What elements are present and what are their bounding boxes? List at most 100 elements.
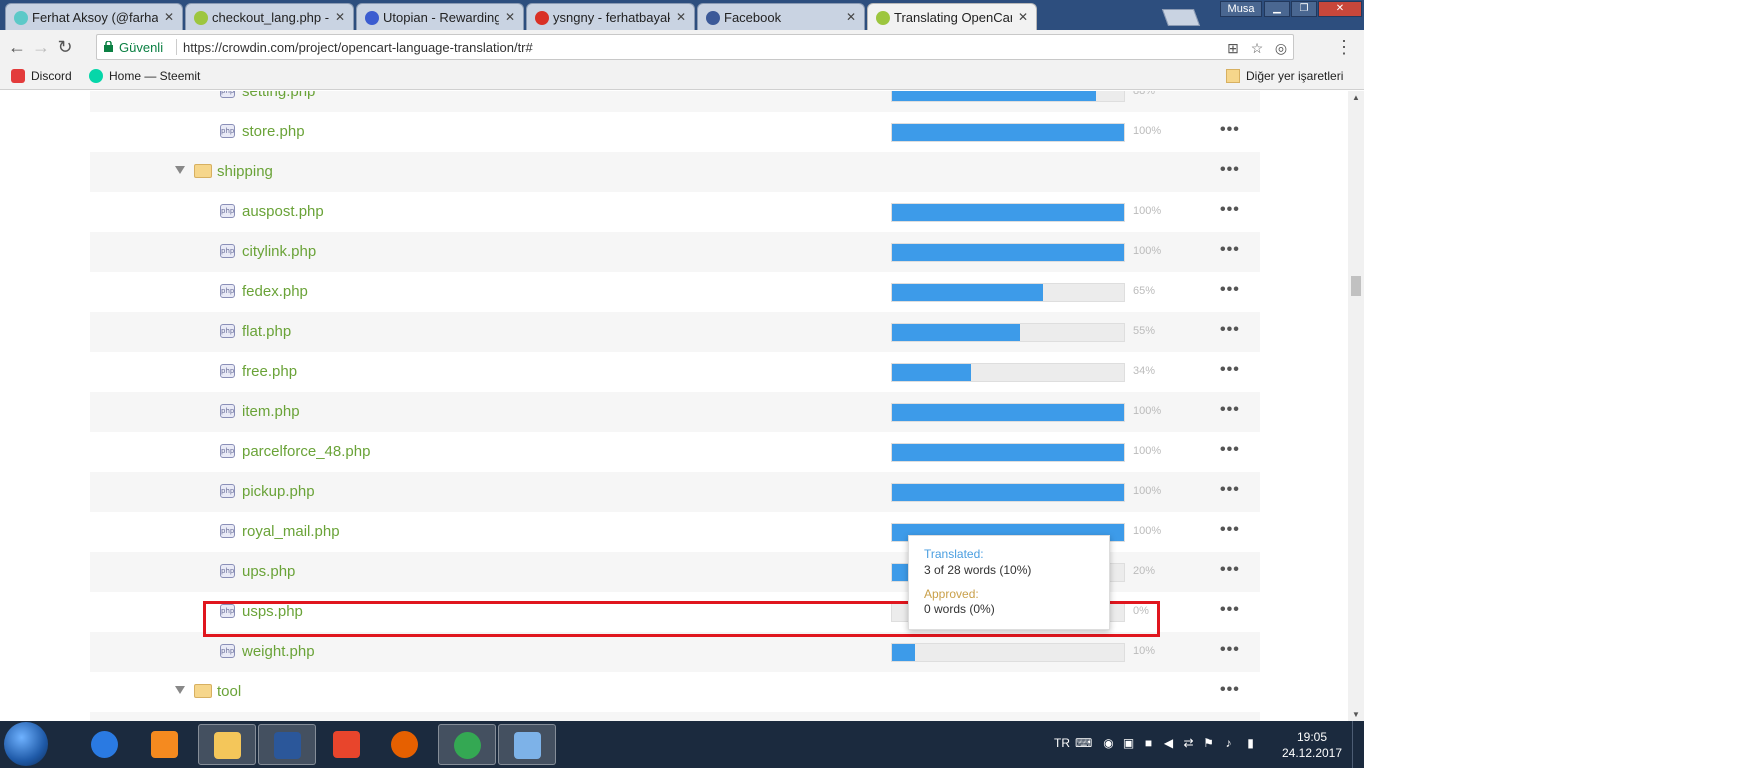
star-icon[interactable]: ☆ [1249, 40, 1265, 56]
reload-icon[interactable]: ↻ [54, 36, 76, 58]
folder-row[interactable]: tool ••• [90, 672, 1260, 712]
tab-close-icon[interactable]: ✕ [335, 10, 345, 24]
progress-bar[interactable] [891, 283, 1125, 302]
new-tab-button[interactable] [1161, 9, 1201, 26]
bookmark-0[interactable]: Discord [11, 69, 72, 83]
more-options-icon[interactable]: ••• [1220, 481, 1240, 499]
more-options-icon[interactable]: ••• [1220, 91, 1240, 99]
file-row[interactable]: phpbackup.php100%••• [90, 712, 1260, 721]
progress-bar[interactable] [891, 323, 1125, 342]
sync-icon[interactable]: ⇄ [1182, 737, 1195, 750]
file-name[interactable]: royal_mail.php [242, 523, 340, 540]
progress-bar[interactable] [891, 483, 1125, 502]
scroll-up-icon[interactable]: ▲ [1352, 93, 1360, 102]
folder-row[interactable]: shipping ••• [90, 152, 1260, 192]
bookmark-1[interactable]: Home — Steemit [89, 69, 200, 83]
scroll-down-icon[interactable]: ▼ [1352, 710, 1360, 719]
discord-tray-icon[interactable]: ◉ [1102, 737, 1115, 750]
tab-5[interactable]: Translating OpenCart La ✕ [867, 3, 1037, 30]
tab-0[interactable]: Ferhat Aksoy (@farhatti) ✕ [5, 3, 183, 30]
file-name[interactable]: fedex.php [242, 283, 308, 300]
menu-icon[interactable]: ⋮ [1333, 36, 1355, 58]
tab-close-icon[interactable]: ✕ [846, 10, 856, 24]
file-row[interactable]: php free.php 34% ••• [90, 352, 1260, 392]
start-button[interactable] [4, 722, 48, 766]
tab-close-icon[interactable]: ✕ [164, 10, 174, 24]
taskbar-app-1[interactable] [136, 724, 194, 765]
more-options-icon[interactable]: ••• [1220, 561, 1240, 579]
file-name[interactable]: auspost.php [242, 203, 324, 220]
network-icon[interactable]: ▮ [1244, 737, 1257, 750]
more-options-icon[interactable]: ••• [1220, 201, 1240, 219]
file-name[interactable]: flat.php [242, 323, 291, 340]
more-options-icon[interactable]: ••• [1220, 601, 1240, 619]
file-row[interactable]: php fedex.php 65% ••• [90, 272, 1260, 312]
more-options-icon[interactable]: ••• [1220, 361, 1240, 379]
folder-name[interactable]: tool [217, 683, 241, 700]
scrollbar[interactable]: ▲ ▼ [1348, 91, 1364, 721]
more-options-icon[interactable]: ••• [1220, 281, 1240, 299]
progress-bar[interactable] [891, 643, 1125, 662]
taskbar-app-0[interactable] [76, 724, 134, 765]
more-options-icon[interactable]: ••• [1220, 121, 1240, 139]
file-name[interactable]: citylink.php [242, 243, 316, 260]
keyboard-icon[interactable]: ⌨ [1075, 737, 1092, 750]
taskbar-app-6[interactable] [438, 724, 496, 765]
minimize-icon[interactable]: ▁ [1264, 1, 1290, 17]
file-name[interactable]: setting.php [242, 91, 315, 100]
more-options-icon[interactable]: ••• [1220, 681, 1240, 699]
taskbar-app-2[interactable] [198, 724, 256, 765]
instagram-icon[interactable]: ◎ [1273, 40, 1289, 56]
address-bar[interactable]: Güvenli https://crowdin.com/project/open… [96, 34, 1294, 60]
progress-bar[interactable] [891, 123, 1125, 142]
maximize-icon[interactable]: ❐ [1291, 1, 1317, 17]
file-row[interactable]: php item.php 100% ••• [90, 392, 1260, 432]
file-row[interactable]: php citylink.php 100% ••• [90, 232, 1260, 272]
more-options-icon[interactable]: ••• [1220, 521, 1240, 539]
progress-bar[interactable] [891, 243, 1125, 262]
file-name[interactable]: pickup.php [242, 483, 315, 500]
file-name[interactable]: store.php [242, 123, 305, 140]
tab-close-icon[interactable]: ✕ [505, 10, 515, 24]
file-name[interactable]: weight.php [242, 643, 315, 660]
tab-4[interactable]: Facebook ✕ [697, 3, 865, 30]
file-name[interactable]: free.php [242, 363, 297, 380]
tab-close-icon[interactable]: ✕ [1018, 10, 1028, 24]
back-icon[interactable]: ← [6, 36, 28, 58]
file-row[interactable]: php auspost.php 100% ••• [90, 192, 1260, 232]
expand-arrow-icon[interactable] [175, 686, 185, 694]
show-desktop-button[interactable] [1352, 721, 1364, 768]
progress-bar[interactable] [891, 363, 1125, 382]
tab-2[interactable]: Utopian - Rewarding Op ✕ [356, 3, 524, 30]
taskbar-app-7[interactable] [498, 724, 556, 765]
window-user-badge[interactable]: Musa [1220, 1, 1262, 17]
more-options-icon[interactable]: ••• [1220, 321, 1240, 339]
folder-name[interactable]: shipping [217, 163, 273, 180]
file-row[interactable]: php setting.php 88% ••• [90, 91, 1260, 112]
file-name[interactable]: ups.php [242, 563, 295, 580]
forward-icon[interactable]: → [30, 36, 52, 58]
url-text[interactable]: https://crowdin.com/project/opencart-lan… [183, 40, 533, 55]
more-options-icon[interactable]: ••• [1220, 401, 1240, 419]
translate-icon[interactable]: ⊞ [1225, 40, 1241, 56]
more-options-icon[interactable]: ••• [1220, 441, 1240, 459]
scrollbar-thumb[interactable] [1351, 276, 1361, 296]
progress-bar[interactable] [891, 91, 1125, 102]
file-row[interactable]: php store.php 100% ••• [90, 112, 1260, 152]
more-options-icon[interactable]: ••• [1220, 641, 1240, 659]
progress-bar[interactable] [891, 443, 1125, 462]
file-name[interactable]: parcelforce_48.php [242, 443, 370, 460]
tray-app-icon[interactable]: ▣ [1122, 737, 1135, 750]
expand-arrow-icon[interactable] [175, 166, 185, 174]
more-options-icon[interactable]: ••• [1220, 241, 1240, 259]
clock[interactable]: 19:05 24.12.2017 [1276, 729, 1348, 761]
tab-1[interactable]: checkout_lang.php - Tas ✕ [185, 3, 354, 30]
taskbar-app-5[interactable] [376, 724, 434, 765]
file-row[interactable]: php flat.php 55% ••• [90, 312, 1260, 352]
flag-icon[interactable]: ⚑ [1202, 737, 1215, 750]
file-row[interactable]: php weight.php 10% ••• [90, 632, 1260, 672]
taskbar-app-3[interactable] [258, 724, 316, 765]
file-name[interactable]: item.php [242, 403, 300, 420]
file-row[interactable]: php parcelforce_48.php 100% ••• [90, 432, 1260, 472]
taskbar-app-4[interactable] [318, 724, 376, 765]
